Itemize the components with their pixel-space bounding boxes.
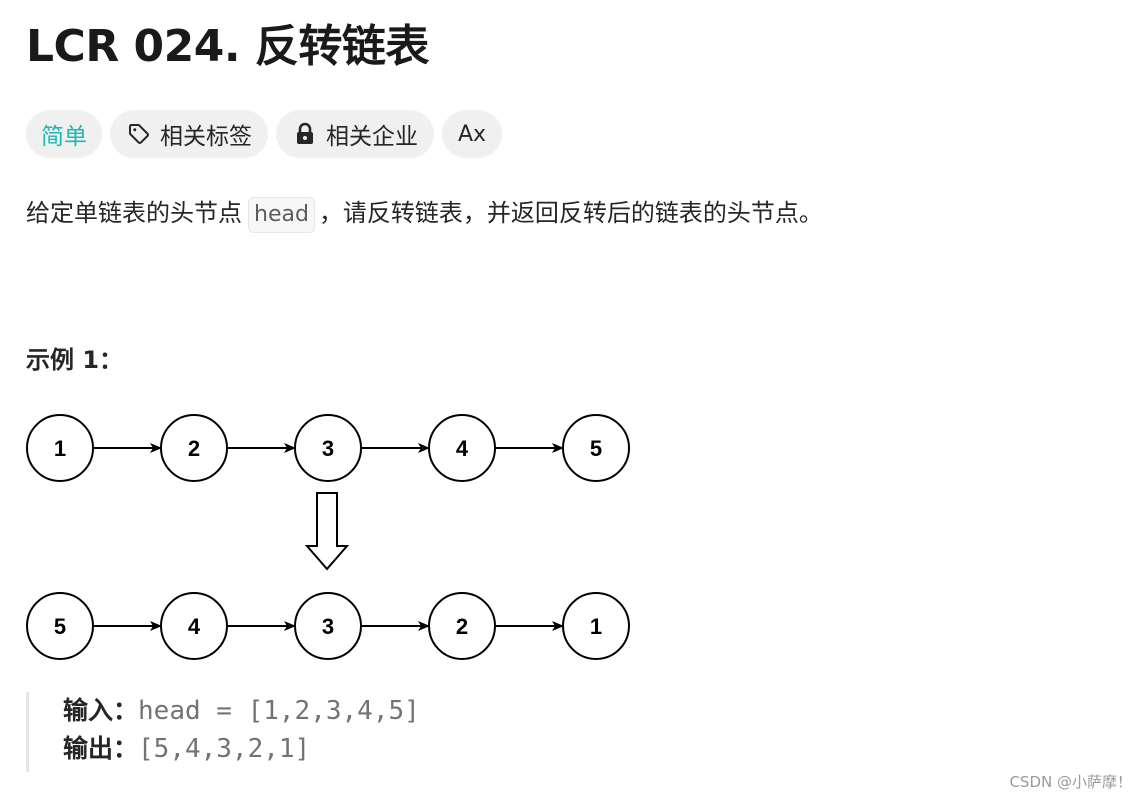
original-list-node: 2 [160, 414, 228, 482]
example-input: 输入：head = [1,2,3,4,5] [63, 692, 420, 730]
original-list-node-label: 4 [456, 436, 469, 461]
reversed-list-node: 4 [160, 592, 228, 660]
translate-icon: Ax [458, 121, 487, 147]
example-output: 输出：[5,4,3,2,1] [63, 730, 420, 768]
original-list-node: 3 [294, 414, 362, 482]
input-label: 输入： [63, 696, 139, 725]
related-tags-button[interactable]: 相关标签 [110, 110, 268, 158]
problem-description: 给定单链表的头节点 head ，请反转链表，并返回反转后的链表的头节点。 [26, 194, 823, 233]
example-io-block: 输入：head = [1,2,3,4,5] 输出：[5,4,3,2,1] [26, 692, 420, 772]
difficulty-badge[interactable]: 简单 [26, 110, 102, 158]
problem-title: LCR 024. 反转链表 [26, 21, 429, 72]
related-tags-label: 相关标签 [160, 124, 252, 150]
reversed-list-node-label: 1 [590, 614, 602, 639]
translate-button[interactable]: Ax [442, 110, 503, 158]
description-text-after: ，请反转链表，并返回反转后的链表的头节点。 [318, 199, 823, 227]
linked-list-reversal-diagram: 1 2 3 4 5 5 4 3 2 1 [26, 414, 630, 660]
reversed-list-node-label: 4 [188, 614, 201, 639]
difficulty-label: 简单 [41, 124, 87, 150]
inline-code-head: head [248, 197, 315, 233]
example-title: 示例 1： [26, 346, 124, 374]
input-value: head = [1,2,3,4,5] [138, 696, 420, 726]
output-label: 输出： [63, 734, 139, 763]
reversed-list-node: 5 [26, 592, 94, 660]
original-list-node-label: 5 [590, 436, 602, 461]
description-text-before: 给定单链表的头节点 [26, 199, 242, 227]
related-companies-label: 相关企业 [326, 124, 418, 150]
lock-icon [292, 121, 318, 147]
reversed-list-node-label: 2 [456, 614, 468, 639]
reversed-list-node: 3 [294, 592, 362, 660]
reversed-list-node: 2 [428, 592, 496, 660]
original-list-node: 1 [26, 414, 94, 482]
original-list-node: 5 [562, 414, 630, 482]
original-list-node-label: 3 [322, 436, 334, 461]
original-list: 1 2 3 4 5 [26, 414, 630, 482]
problem-meta-pills: 简单 相关标签 相关企业 Ax [26, 110, 503, 158]
output-value: [5,4,3,2,1] [138, 734, 311, 764]
reversed-list-node-label: 3 [322, 614, 334, 639]
original-list-node-label: 2 [188, 436, 200, 461]
reversed-list: 5 4 3 2 1 [26, 592, 630, 660]
down-arrow-icon [304, 492, 350, 571]
original-list-node-label: 1 [54, 436, 66, 461]
reversed-list-node-label: 5 [54, 614, 66, 639]
original-list-node: 4 [428, 414, 496, 482]
reversed-list-node: 1 [562, 592, 630, 660]
watermark: CSDN @小萨摩！ [1009, 773, 1132, 791]
tag-icon [126, 121, 152, 147]
related-companies-button[interactable]: 相关企业 [276, 110, 434, 158]
